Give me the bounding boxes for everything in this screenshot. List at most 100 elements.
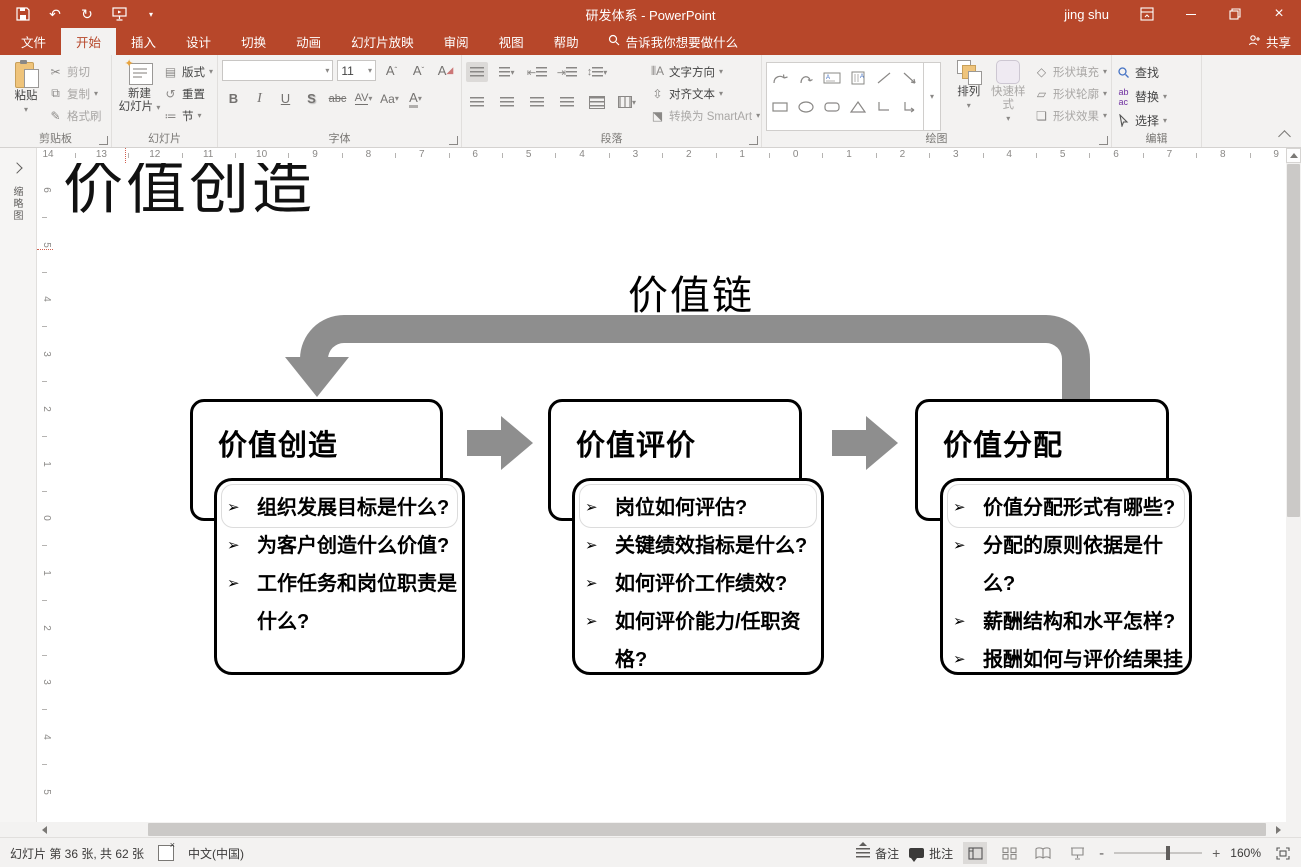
account-user[interactable]: jing shu bbox=[1064, 7, 1109, 22]
bullet-box-value-creation[interactable]: ➢组织发展目标是什么?➢为客户创造什么价值?➢工作任务和岗位职责是什么? bbox=[214, 478, 465, 675]
slide-number-status[interactable]: 幻灯片 第 36 张, 共 62 张 bbox=[10, 845, 144, 862]
copy-button[interactable]: ⧉复制▾ bbox=[48, 85, 102, 102]
italic-button[interactable]: I bbox=[248, 89, 271, 108]
quick-styles-button[interactable]: 快速样式▾ bbox=[988, 60, 1027, 131]
new-slide-button[interactable]: ✦ 新建幻灯片 ▾ bbox=[116, 60, 163, 131]
rounded-rectangle-shape-icon[interactable] bbox=[823, 100, 841, 114]
tab-切换[interactable]: 切换 bbox=[226, 28, 281, 55]
value-chain-loop-arrow-left[interactable] bbox=[300, 315, 700, 361]
rectangle-shape-icon[interactable] bbox=[771, 100, 789, 114]
tab-视图[interactable]: 视图 bbox=[484, 28, 539, 55]
shape-outline-button[interactable]: ▱形状轮廓▾ bbox=[1034, 85, 1107, 102]
right-block-arrow-1[interactable] bbox=[467, 416, 533, 470]
clear-formatting-button[interactable]: A◢ bbox=[434, 61, 457, 80]
customize-qat-icon[interactable]: ▾ bbox=[142, 5, 160, 23]
tab-帮助[interactable]: 帮助 bbox=[539, 28, 594, 55]
arrange-button[interactable]: 排列▾ bbox=[949, 60, 988, 131]
zoom-slider[interactable] bbox=[1114, 852, 1202, 854]
bullet-box-value-evaluation[interactable]: ➢岗位如何评估?➢关键绩效指标是什么?➢如何评价工作绩效?➢如何评价能力/任职资… bbox=[572, 478, 824, 675]
align-text-button[interactable]: ⇳对齐文本▾ bbox=[650, 85, 760, 102]
horizontal-scroll-thumb[interactable] bbox=[148, 823, 1266, 836]
curved-right-arrow-shape-icon[interactable] bbox=[771, 71, 789, 85]
find-button[interactable]: 查找 bbox=[1116, 63, 1167, 82]
tab-插入[interactable]: 插入 bbox=[116, 28, 171, 55]
value-chain-loop-arrowhead[interactable] bbox=[285, 357, 349, 397]
curved-up-arrow-shape-icon[interactable] bbox=[797, 71, 815, 85]
tab-文件[interactable]: 文件 bbox=[6, 28, 61, 55]
paragraph-dialog-launcher[interactable] bbox=[749, 136, 758, 145]
slide-title-text[interactable]: 价值创造 bbox=[63, 163, 315, 226]
text-direction-button[interactable]: ⫴A文字方向▾ bbox=[650, 63, 760, 80]
increase-font-size-button[interactable]: Aˆ bbox=[380, 61, 403, 80]
bold-button[interactable]: B bbox=[222, 89, 245, 108]
font-dialog-launcher[interactable] bbox=[449, 136, 458, 145]
line-shape-icon[interactable] bbox=[875, 71, 893, 85]
align-center-button[interactable] bbox=[496, 92, 518, 112]
format-painter-button[interactable]: ✎格式刷 bbox=[48, 107, 102, 124]
oval-shape-icon[interactable] bbox=[797, 100, 815, 114]
numbering-button[interactable]: ▾ bbox=[496, 62, 518, 82]
comments-button[interactable]: 批注 bbox=[909, 845, 953, 862]
ribbon-display-options-icon[interactable] bbox=[1125, 0, 1169, 28]
character-spacing-button[interactable]: AV▾ bbox=[352, 89, 375, 108]
triangle-shape-icon[interactable] bbox=[849, 100, 867, 114]
start-slideshow-icon[interactable] bbox=[110, 5, 128, 23]
increase-indent-button[interactable]: ⇥ bbox=[556, 62, 578, 82]
decrease-indent-button[interactable]: ⇤ bbox=[526, 62, 548, 82]
value-chain-loop-arrow-right[interactable] bbox=[700, 315, 1090, 400]
expand-thumbnails-icon[interactable] bbox=[11, 162, 22, 173]
tab-开始[interactable]: 开始 bbox=[61, 28, 116, 55]
slide-sorter-view-button[interactable] bbox=[997, 842, 1021, 864]
minimize-icon[interactable] bbox=[1169, 0, 1213, 28]
zoom-level[interactable]: 160% bbox=[1230, 846, 1261, 860]
paste-button[interactable]: 粘贴▾ bbox=[4, 60, 48, 131]
tab-审阅[interactable]: 审阅 bbox=[429, 28, 484, 55]
vertical-scroll-thumb[interactable] bbox=[1287, 164, 1300, 517]
undo-icon[interactable]: ↶ bbox=[46, 5, 64, 23]
scroll-right-button[interactable] bbox=[1271, 822, 1286, 837]
slideshow-view-button[interactable] bbox=[1065, 842, 1089, 864]
distribute-button[interactable] bbox=[586, 92, 608, 112]
bullet-box-value-distribution[interactable]: ➢价值分配形式有哪些?➢分配的原则依据是什么?➢薪酬结构和水平怎样?➢报酬如何与… bbox=[940, 478, 1192, 675]
thumbnail-panel-collapsed[interactable]: 缩略图 bbox=[0, 148, 37, 822]
scroll-left-button[interactable] bbox=[37, 822, 52, 837]
underline-button[interactable]: U bbox=[274, 89, 297, 108]
notes-button[interactable]: 备注 bbox=[856, 845, 899, 862]
zoom-out-button[interactable]: - bbox=[1099, 845, 1104, 862]
fit-slide-to-window-icon[interactable] bbox=[1271, 842, 1295, 864]
strikethrough-button[interactable]: abc bbox=[326, 89, 349, 108]
vertical-text-box-shape-icon[interactable]: A bbox=[849, 71, 867, 85]
horizontal-text-box-shape-icon[interactable]: A bbox=[823, 71, 841, 85]
select-button[interactable]: 选择▾ bbox=[1116, 111, 1167, 130]
tab-动画[interactable]: 动画 bbox=[281, 28, 336, 55]
align-left-button[interactable] bbox=[466, 92, 488, 112]
change-case-button[interactable]: Aa▾ bbox=[378, 89, 401, 108]
decrease-font-size-button[interactable]: Aˇ bbox=[407, 61, 430, 80]
elbow-arrow-connector-shape-icon[interactable] bbox=[901, 100, 919, 114]
drawing-dialog-launcher[interactable] bbox=[1099, 136, 1108, 145]
line-spacing-button[interactable]: ↕▾ bbox=[586, 62, 608, 82]
clipboard-dialog-launcher[interactable] bbox=[99, 136, 108, 145]
language-status[interactable]: 中文(中国) bbox=[188, 845, 244, 862]
right-block-arrow-2[interactable] bbox=[832, 416, 898, 470]
layout-button[interactable]: ▤版式▾ bbox=[163, 63, 213, 80]
shape-fill-button[interactable]: ◇形状填充▾ bbox=[1034, 63, 1107, 80]
vertical-scrollbar[interactable] bbox=[1286, 163, 1301, 822]
bullets-button[interactable] bbox=[466, 62, 488, 82]
replace-button[interactable]: abac替换▾ bbox=[1116, 87, 1167, 106]
save-icon[interactable] bbox=[14, 5, 32, 23]
justify-button[interactable] bbox=[556, 92, 578, 112]
slide-canvas[interactable]: 价值创造 价值链 价值创造 价值评价 价值分配 ➢组织发展目标是什么?➢为客户创… bbox=[53, 163, 1286, 822]
horizontal-scrollbar[interactable] bbox=[0, 822, 1301, 837]
scroll-up-button[interactable] bbox=[1286, 148, 1301, 163]
cut-button[interactable]: ✂剪切 bbox=[48, 63, 102, 80]
collapse-ribbon-icon[interactable] bbox=[1278, 130, 1291, 143]
shape-effects-button[interactable]: ❏形状效果▾ bbox=[1034, 107, 1107, 124]
normal-view-button[interactable] bbox=[963, 842, 987, 864]
elbow-connector-shape-icon[interactable] bbox=[875, 100, 893, 114]
section-button[interactable]: ≔节▾ bbox=[163, 107, 213, 124]
font-size-combobox[interactable]: 11▾ bbox=[337, 60, 376, 81]
line-arrow-shape-icon[interactable] bbox=[901, 71, 919, 85]
text-shadow-button[interactable]: S bbox=[300, 89, 323, 108]
value-chain-label[interactable]: 价值链 bbox=[628, 263, 754, 321]
